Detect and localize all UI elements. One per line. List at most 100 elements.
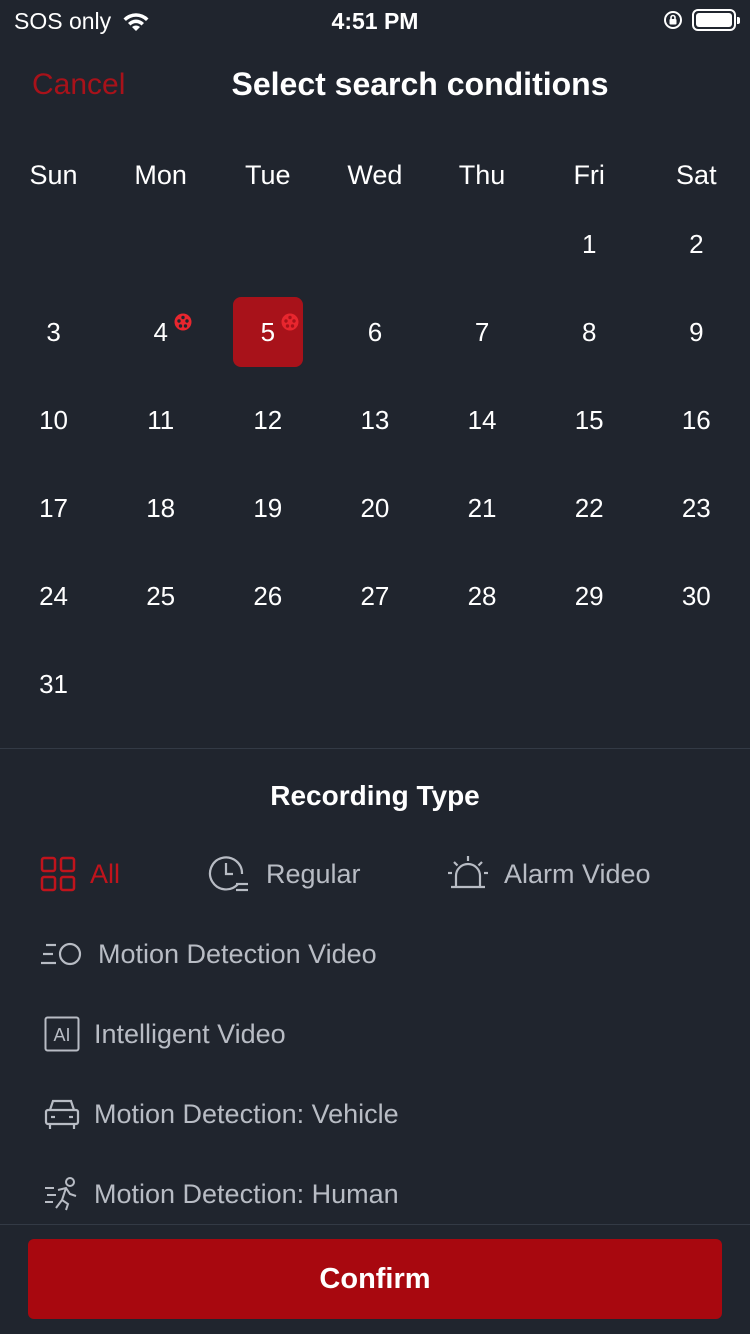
- calendar-day-14[interactable]: 14: [429, 376, 536, 464]
- weekday-label: Sat: [676, 160, 717, 190]
- calendar-day-number: 29: [574, 580, 604, 611]
- calendar-day-4[interactable]: 4: [107, 288, 214, 376]
- calendar-day-16[interactable]: 16: [643, 376, 750, 464]
- ai-icon: AI: [44, 1016, 80, 1052]
- calendar-day-number: 30: [681, 580, 711, 611]
- calendar-day-number: 31: [39, 668, 69, 699]
- calendar-empty-cell: [0, 200, 107, 288]
- calendar-day-17[interactable]: 17: [0, 464, 107, 552]
- calendar-day-number: 27: [360, 580, 390, 611]
- calendar-day-number: 1: [581, 228, 597, 259]
- calendar-day-21[interactable]: 21: [429, 464, 536, 552]
- weekday-label: Wed: [347, 160, 403, 190]
- weekday-header: Sun Mon Tue Wed Thu Fri Sat: [0, 155, 750, 195]
- calendar-day-7[interactable]: 7: [429, 288, 536, 376]
- type-option-motion-vehicle[interactable]: Motion Detection: Vehicle: [44, 1084, 399, 1144]
- weekday-label: Mon: [134, 160, 187, 190]
- calendar-day-28[interactable]: 28: [429, 552, 536, 640]
- calendar-day-23[interactable]: 23: [643, 464, 750, 552]
- type-option-label: Motion Detection: Human: [94, 1178, 399, 1209]
- recording-type-title: Recording Type: [270, 780, 480, 811]
- calendar-day-19[interactable]: 19: [214, 464, 321, 552]
- calendar-day-30[interactable]: 30: [643, 552, 750, 640]
- type-option-label: Motion Detection Video: [98, 938, 377, 969]
- calendar-day-1[interactable]: 1: [536, 200, 643, 288]
- motion-icon: [41, 942, 82, 966]
- calendar-day-5[interactable]: 5: [214, 288, 321, 376]
- calendar-day-number: 8: [581, 316, 597, 347]
- calendar-day-13[interactable]: 13: [321, 376, 428, 464]
- type-option-label: Motion Detection: Vehicle: [94, 1098, 399, 1129]
- calendar-day-25[interactable]: 25: [107, 552, 214, 640]
- calendar-day-31[interactable]: 31: [0, 640, 107, 728]
- calendar-day-11[interactable]: 11: [107, 376, 214, 464]
- clock-icon: [208, 856, 248, 892]
- human-icon: [45, 1177, 77, 1211]
- weekday-label: Sun: [29, 160, 78, 190]
- calendar-day-22[interactable]: 22: [536, 464, 643, 552]
- type-option-label: Intelligent Video: [94, 1018, 286, 1049]
- type-option-intelligent-video[interactable]: AI Intelligent Video: [44, 1004, 286, 1064]
- calendar-day-number: 13: [360, 404, 390, 435]
- calendar-empty-cell: [214, 200, 321, 288]
- divider: [0, 1224, 750, 1225]
- type-option-label: Alarm Video: [504, 858, 651, 889]
- type-option-all[interactable]: All: [40, 844, 120, 904]
- calendar-day-number: 24: [39, 580, 69, 611]
- header: Cancel Select search conditions: [0, 50, 750, 120]
- calendar-day-2[interactable]: 2: [643, 200, 750, 288]
- calendar-empty-cell: [321, 200, 428, 288]
- calendar-day-26[interactable]: 26: [214, 552, 321, 640]
- battery-icon: [692, 9, 740, 31]
- alarm-icon: [448, 856, 488, 889]
- calendar-day-20[interactable]: 20: [321, 464, 428, 552]
- calendar-day-9[interactable]: 9: [643, 288, 750, 376]
- calendar-day-number: 17: [39, 492, 69, 523]
- calendar-day-27[interactable]: 27: [321, 552, 428, 640]
- calendar-day-number: 3: [46, 316, 61, 347]
- weekday-label: Thu: [458, 160, 506, 190]
- calendar-day-8[interactable]: 8: [536, 288, 643, 376]
- calendar-day-15[interactable]: 15: [536, 376, 643, 464]
- type-option-alarm-video[interactable]: Alarm Video: [446, 844, 651, 904]
- type-option-label: All: [90, 858, 121, 889]
- weekday-label: Tue: [245, 160, 291, 190]
- calendar-day-18[interactable]: 18: [107, 464, 214, 552]
- calendar-day-number: 22: [574, 492, 604, 523]
- calendar-day-number: 20: [360, 492, 390, 523]
- orientation-lock-icon: [664, 11, 682, 29]
- type-option-label: Regular: [266, 858, 361, 889]
- calendar-day-3[interactable]: 3: [0, 288, 107, 376]
- calendar-day-number: 6: [367, 316, 383, 347]
- calendar-day-number: 7: [474, 316, 490, 347]
- calendar-day-10[interactable]: 10: [0, 376, 107, 464]
- calendar-day-number: 16: [681, 404, 711, 435]
- calendar-day-24[interactable]: 24: [0, 552, 107, 640]
- calendar-empty-cell: [429, 200, 536, 288]
- type-option-regular[interactable]: Regular: [208, 844, 361, 904]
- confirm-button[interactable]: Confirm: [28, 1239, 722, 1319]
- calendar-day-6[interactable]: 6: [321, 288, 428, 376]
- calendar-day-12[interactable]: 12: [214, 376, 321, 464]
- calendar-day-number: 4: [126, 297, 196, 367]
- calendar-day-29[interactable]: 29: [536, 552, 643, 640]
- calendar-day-number: 15: [574, 404, 604, 435]
- svg-text:AI: AI: [53, 1025, 70, 1045]
- calendar-day-number: 14: [467, 404, 497, 435]
- recording-reel-icon: [281, 313, 299, 331]
- grid-icon: [40, 856, 76, 892]
- calendar-day-number: 19: [253, 492, 283, 523]
- type-option-motion-human[interactable]: Motion Detection: Human: [44, 1164, 399, 1224]
- status-right: [662, 9, 740, 31]
- weekday-label: Fri: [573, 160, 605, 190]
- calendar-day-number: 2: [689, 228, 704, 259]
- divider: [0, 748, 750, 749]
- recording-reel-icon: [174, 313, 192, 331]
- status-time: 4:51 PM: [331, 8, 419, 34]
- calendar-day-number: 23: [681, 492, 711, 523]
- calendar-day-number: 26: [253, 580, 283, 611]
- calendar-grid: 1 2 3 4 5 6 7 8 9 10 11 12 13 14 15 16 17 18 19 20 21 22 23 24 2…: [0, 200, 750, 728]
- type-option-motion-detection-video[interactable]: Motion Detection Video: [40, 924, 377, 984]
- calendar-day-number: 5: [232, 297, 303, 367]
- calendar-day-number: 25: [146, 580, 176, 611]
